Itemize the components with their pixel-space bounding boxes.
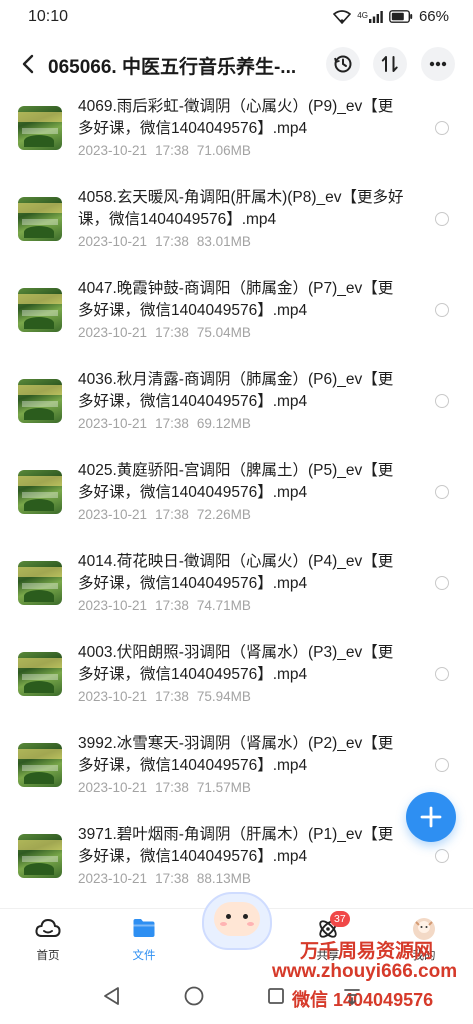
watermark-line-1: 万千周易资源网 [300,941,434,962]
network-type: 4G [357,10,368,20]
back-arrow-icon [22,54,34,74]
video-thumbnail [18,288,62,332]
file-item[interactable]: 4014.荷花映日-徵调阳（心属火）(P4)_ev【更多好课，微信1404049… [0,543,473,634]
file-name: 4014.荷花映日-徵调阳（心属火）(P4)_ev【更多好课，微信1404049… [78,553,394,592]
file-item[interactable]: 4036.秋月清露-商调阴（肺属金）(P6)_ev【更多好课，微信1404049… [0,361,473,452]
file-name: 4058.玄天暖风-角调阳(肝属木)(P8)_ev【更多好课，微信1404049… [78,189,404,228]
video-thumbnail [18,470,62,514]
file-meta: 2023-10-21 17:38 69.12MB [78,416,251,431]
nav-files[interactable]: 文件 [114,917,174,963]
battery-percent: 66% [418,8,449,25]
file-item[interactable]: 4003.伏阳朗照-羽调阳（肾属水）(P3)_ev【更多好课，微信1404049… [0,634,473,725]
system-back-button[interactable] [100,984,124,1008]
triangle-back-icon [104,987,119,1005]
history-button[interactable] [326,47,360,81]
file-name: 3971.碧叶烟雨-角调阴（肝属木）(P1)_ev【更多好课，微信1404049… [78,826,394,865]
history-icon [334,55,352,73]
sort-icon [381,56,398,72]
select-radio[interactable] [435,394,449,408]
file-name: 4036.秋月清露-商调阴（肺属金）(P6)_ev【更多好课，微信1404049… [78,371,394,410]
share-badge: 37 [330,911,350,927]
select-radio[interactable] [435,121,449,135]
file-name: 3992.冰雪寒天-羽调阴（肾属水）(P2)_ev【更多好课，微信1404049… [78,735,394,774]
video-thumbnail [18,834,62,878]
header: 065066. 中医五行音乐养生-... [0,40,473,88]
file-meta: 2023-10-21 17:38 74.71MB [78,598,251,613]
file-name: 4025.黄庭骄阳-宫调阳（脾属土）(P5)_ev【更多好课，微信1404049… [78,462,394,501]
file-meta: 2023-10-21 17:38 88.13MB [78,871,251,886]
video-thumbnail [18,197,62,241]
select-radio[interactable] [435,576,449,590]
file-meta: 2023-10-21 17:38 83.01MB [78,234,251,249]
file-item[interactable]: 3992.冰雪寒天-羽调阴（肾属水）(P2)_ev【更多好课，微信1404049… [0,725,473,816]
file-item[interactable]: 4025.黄庭骄阳-宫调阳（脾属土）(P5)_ev【更多好课，微信1404049… [0,452,473,543]
file-list: 4069.雨后彩虹-徵调阴（心属火）(P9)_ev【更多好课，微信1404049… [0,88,473,908]
system-nav-bar [0,968,473,1024]
system-notification-button[interactable] [340,984,364,1008]
select-radio[interactable] [435,212,449,226]
file-item[interactable]: 4047.晚霞钟鼓-商调阳（肺属金）(P7)_ev【更多好课，微信1404049… [0,270,473,361]
add-button[interactable] [406,792,456,842]
back-button[interactable] [14,50,42,78]
file-meta: 2023-10-21 17:38 71.06MB [78,143,251,158]
status-bar: 10:10 4G 66% [0,0,473,36]
select-radio[interactable] [435,849,449,863]
nav-home-label: 首页 [36,950,60,962]
select-radio[interactable] [435,667,449,681]
status-icons: 4G 66% [333,8,449,25]
cloud-icon [35,918,61,937]
select-radio[interactable] [435,485,449,499]
file-name: 4003.伏阳朗照-羽调阳（肾属水）(P3)_ev【更多好课，微信1404049… [78,644,394,683]
select-radio[interactable] [435,758,449,772]
file-meta: 2023-10-21 17:38 75.94MB [78,689,251,704]
file-meta: 2023-10-21 17:38 75.04MB [78,325,251,340]
file-name: 4047.晚霞钟鼓-商调阳（肺属金）(P7)_ev【更多好课，微信1404049… [78,280,394,319]
nav-files-label: 文件 [132,950,156,962]
system-home-button[interactable] [182,984,206,1008]
page-title: 065066. 中医五行音乐养生-... [48,57,297,78]
file-item[interactable]: 4069.雨后彩虹-徵调阴（心属火）(P9)_ev【更多好课，微信1404049… [0,88,473,179]
file-meta: 2023-10-21 17:38 71.57MB [78,780,251,795]
folder-icon [133,919,155,937]
video-thumbnail [18,743,62,787]
pull-down-icon [344,989,360,1006]
sort-button[interactable] [373,47,407,81]
video-thumbnail [18,652,62,696]
more-icon [429,61,447,67]
cellular-signal-icon: 4G [357,10,383,23]
file-meta: 2023-10-21 17:38 72.26MB [78,507,251,522]
video-thumbnail [18,379,62,423]
video-thumbnail [18,561,62,605]
mascot-assistant[interactable] [196,886,278,954]
plus-icon [420,806,442,828]
square-recents-icon [268,988,284,1004]
circle-home-icon [184,986,204,1006]
status-time: 10:10 [28,8,69,25]
wifi-icon [333,9,352,24]
nav-home[interactable]: 首页 [18,917,78,963]
video-thumbnail [18,106,62,150]
battery-icon [389,10,413,23]
select-radio[interactable] [435,303,449,317]
file-item[interactable]: 4058.玄天暖风-角调阳(肝属木)(P8)_ev【更多好课，微信1404049… [0,179,473,270]
more-button[interactable] [421,47,455,81]
system-recents-button[interactable] [264,984,288,1008]
file-name: 4069.雨后彩虹-徵调阴（心属火）(P9)_ev【更多好课，微信1404049… [78,98,394,137]
